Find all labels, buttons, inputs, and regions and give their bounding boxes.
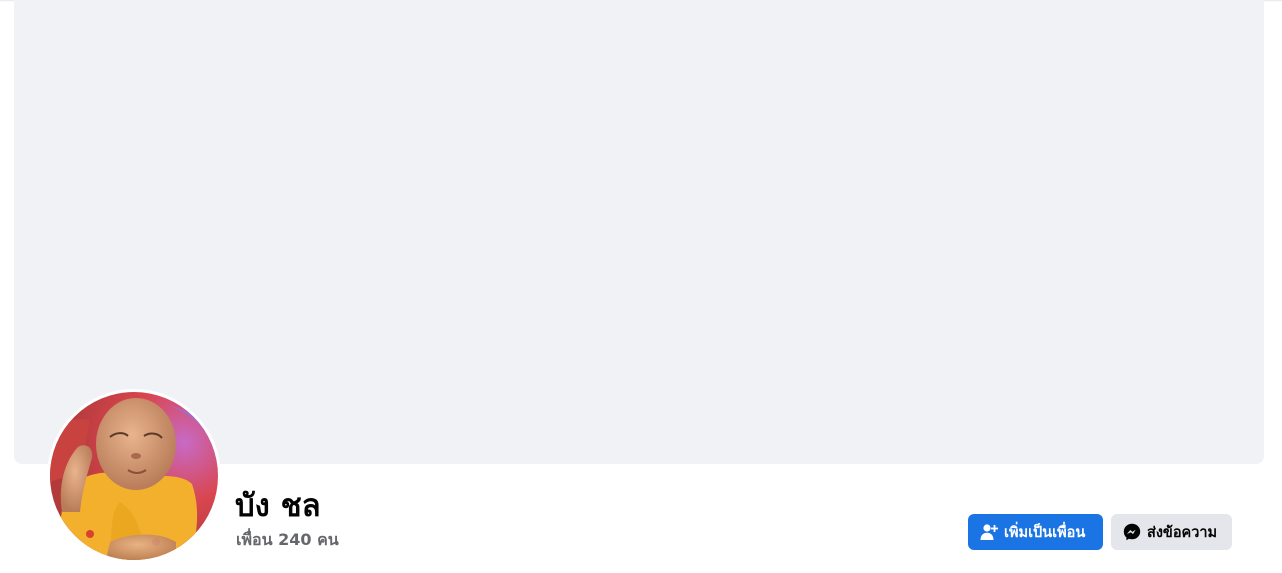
add-friend-label: เพิ่มเป็นเพื่อน (1004, 524, 1086, 541)
messenger-icon (1123, 523, 1141, 541)
cover-photo[interactable] (14, 0, 1264, 464)
profile-page: บัง ชล เพื่อน 240 คน เพิ่มเป็นเพื่อน ส่ง… (0, 0, 1282, 573)
profile-avatar[interactable] (50, 392, 218, 560)
profile-name: บัง ชล (235, 488, 321, 524)
avatar-photo (50, 392, 218, 560)
add-friend-button[interactable]: เพิ่มเป็นเพื่อน (968, 514, 1103, 550)
send-message-label: ส่งข้อความ (1147, 524, 1218, 541)
friends-count[interactable]: เพื่อน 240 คน (236, 529, 339, 551)
send-message-button[interactable]: ส่งข้อความ (1111, 514, 1232, 550)
person-add-icon (980, 523, 998, 541)
